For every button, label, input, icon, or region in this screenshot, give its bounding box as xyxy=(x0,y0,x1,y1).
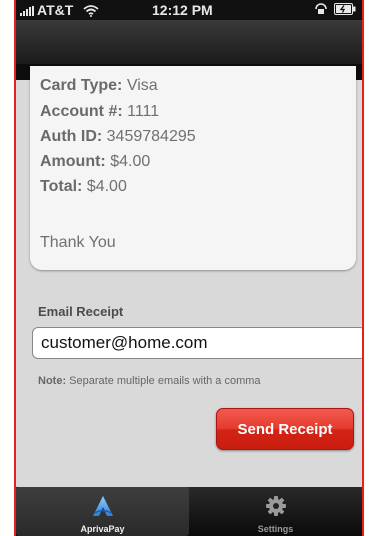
carrier-indicator: AT&T xyxy=(20,2,99,18)
lock-rotation-icon xyxy=(315,3,327,14)
card-type-row: Card Type: Visa xyxy=(40,77,158,95)
thank-you-text: Thank You xyxy=(40,234,116,251)
clock: 12:12 PM xyxy=(152,2,213,18)
wifi-icon xyxy=(83,5,99,18)
tab-aprivapay[interactable]: AprivaPay xyxy=(16,487,189,536)
amount-row: Amount: $4.00 xyxy=(40,153,150,171)
tab-settings[interactable]: Settings xyxy=(189,487,362,536)
right-border xyxy=(362,0,364,536)
total-label: Total: xyxy=(40,178,83,195)
account-value: 1111 xyxy=(127,103,160,120)
account-row: Account #: 1111 xyxy=(40,103,159,121)
auth-id-row: Auth ID: 3459784295 xyxy=(40,128,196,146)
auth-id-value: 3459784295 xyxy=(106,128,196,145)
amount-label: Amount: xyxy=(40,153,106,170)
send-receipt-button[interactable]: Send Receipt xyxy=(216,408,354,450)
email-input[interactable] xyxy=(32,327,362,359)
note-text: Separate multiple emails with a comma xyxy=(69,375,261,387)
card-type-value: Visa xyxy=(126,77,158,94)
total-row: Total: $4.00 xyxy=(40,178,127,196)
signal-icon xyxy=(20,6,34,17)
tab-settings-label: Settings xyxy=(257,524,294,534)
email-note: Note: Separate multiple emails with a co… xyxy=(38,375,261,387)
battery-icon xyxy=(334,3,356,15)
email-receipt-label: Email Receipt xyxy=(38,304,124,319)
receipt-card: Card Type: Visa Account #: 1111 Auth ID:… xyxy=(30,66,356,270)
navigation-bar xyxy=(16,20,362,64)
status-bar: AT&T 12:12 PM xyxy=(16,0,362,20)
apriva-logo-icon xyxy=(93,496,113,516)
status-icons xyxy=(314,3,356,15)
carrier-name: AT&T xyxy=(37,2,74,18)
note-label: Note: xyxy=(38,375,67,387)
tab-bar: AprivaPay Settings xyxy=(16,487,362,536)
phone-screen: AT&T 12:12 PM Card Type: Visa Account #:… xyxy=(16,0,362,536)
card-type-label: Card Type: xyxy=(40,77,123,94)
account-label: Account #: xyxy=(40,103,123,120)
amount-value: $4.00 xyxy=(110,153,151,170)
gear-icon xyxy=(266,496,286,516)
tab-aprivapay-label: AprivaPay xyxy=(80,524,125,534)
total-value: $4.00 xyxy=(86,178,127,195)
auth-id-label: Auth ID: xyxy=(40,128,103,145)
